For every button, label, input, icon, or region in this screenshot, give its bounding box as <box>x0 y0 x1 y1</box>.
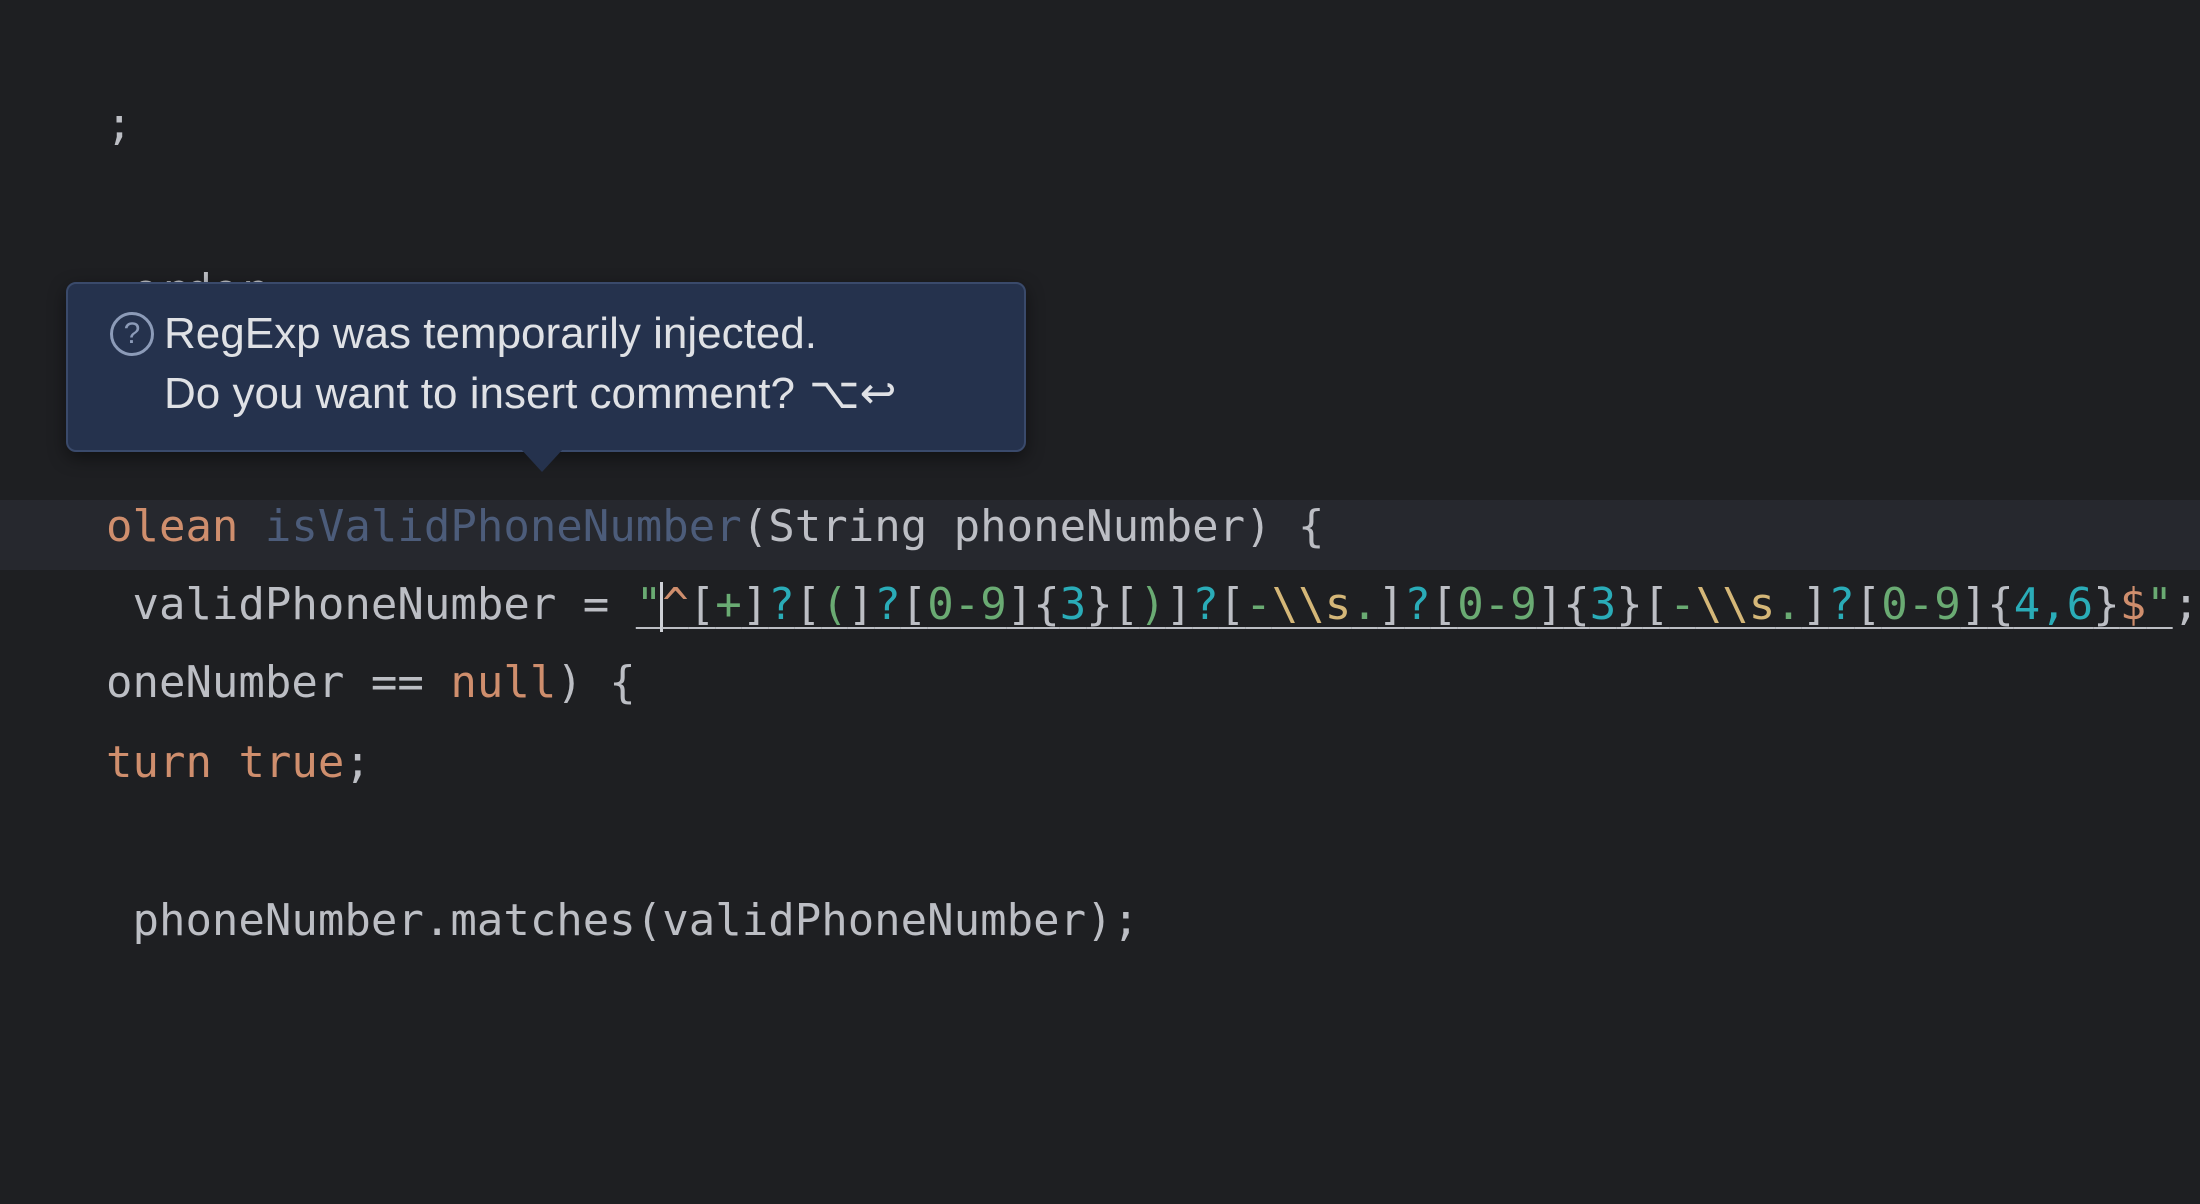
string-quote-open: " <box>635 579 663 630</box>
tooltip-message-line1: RegExp was temporarily injected. <box>164 309 817 358</box>
regex-token: } <box>1616 579 1643 630</box>
regex-token: ] <box>1801 579 1829 630</box>
regex-token: } <box>2093 579 2120 630</box>
regex-token: ? <box>874 579 901 630</box>
regex-string-literal[interactable]: "^[+]?[(]?[0-9]{3}[)]?[-\\s.]?[0-9]{3}[-… <box>635 579 2173 632</box>
keyboard-shortcut: ⌥↩ <box>808 369 897 418</box>
regex-token: { <box>1987 579 2014 630</box>
regex-token: ] <box>1377 579 1405 630</box>
regex-token: [ <box>688 579 716 630</box>
regex-token: [ <box>794 579 822 630</box>
regex-token: \\s <box>1695 579 1776 630</box>
regex-token: ^ <box>662 579 689 630</box>
code-line-order[interactable]: order; <box>0 186 291 316</box>
regex-token: ( <box>821 579 848 630</box>
regex-token: ] <box>1165 579 1193 630</box>
regex-token: ] <box>1536 579 1564 630</box>
regex-token: ] <box>1006 579 1034 630</box>
help-icon[interactable]: ? <box>110 312 154 356</box>
regex-token: . <box>1775 579 1802 630</box>
regex-token: 0-9 <box>1457 579 1537 630</box>
regexp-injection-tooltip[interactable]: ? RegExp was temporarily injected. Do yo… <box>66 282 1026 452</box>
regex-token: $ <box>2119 579 2147 630</box>
method-params: (String phoneNumber) { <box>741 501 1325 552</box>
regex-token: ? <box>1192 579 1219 630</box>
string-quote-close: " <box>2146 579 2173 630</box>
regex-token: ] <box>847 579 875 630</box>
regex-token: ? <box>1828 579 1855 630</box>
code-line-return-matches[interactable]: phoneNumber.matches(validPhoneNumber); <box>0 816 1139 946</box>
null-check-right: ) { <box>556 657 636 708</box>
regex-token: { <box>1563 579 1590 630</box>
regex-token: ] <box>741 579 769 630</box>
statement-terminator: ; <box>2172 579 2200 630</box>
regex-token: { <box>1033 579 1060 630</box>
regex-token: [ <box>1430 579 1458 630</box>
keyword-return: turn <box>105 737 212 788</box>
regex-token: [ <box>1112 579 1140 630</box>
regex-token: + <box>715 579 742 630</box>
regex-token: [ <box>900 579 928 630</box>
regex-token: [ <box>1642 579 1670 630</box>
regex-token: ) <box>1139 579 1166 630</box>
regex-token: 3 <box>1589 579 1617 630</box>
regex-token: \\s <box>1271 579 1352 630</box>
code-line-return-true[interactable]: turn true; <box>0 658 371 788</box>
semicolon-token: ; <box>105 99 133 150</box>
regex-token: 0-9 <box>927 579 1007 630</box>
regex-tokens: ^[+]?[(]?[0-9]{3}[)]?[-\\s.]?[0-9]{3}[-\… <box>662 579 2146 630</box>
code-line-partial[interactable]: ; <box>0 20 133 150</box>
regex-token: [ <box>1218 579 1246 630</box>
keyword-true: true <box>238 737 345 788</box>
keyword-null: null <box>450 657 557 708</box>
method-name: isValidPhoneNumber <box>238 501 742 552</box>
regex-token: 0-9 <box>1881 579 1961 630</box>
tooltip-question: Do you want to insert comment? <box>164 369 795 418</box>
regex-token: ] <box>1960 579 1988 630</box>
regex-token: ? <box>1404 579 1431 630</box>
regex-token: - <box>1245 579 1272 630</box>
regex-token: [ <box>1854 579 1882 630</box>
tooltip-message-line2[interactable]: Do you want to insert comment? ⌥↩ <box>164 368 897 420</box>
regex-token: . <box>1351 579 1378 630</box>
semicolon: ; <box>344 737 371 788</box>
regex-token: 4,6 <box>2013 579 2094 630</box>
return-matches-statement: phoneNumber.matches(validPhoneNumber); <box>105 895 1140 946</box>
keyword-boolean: olean <box>105 501 239 552</box>
regex-token: 3 <box>1059 579 1087 630</box>
tooltip-pointer <box>520 448 564 472</box>
regex-token: ? <box>768 579 795 630</box>
regex-token: - <box>1669 579 1696 630</box>
regex-token: } <box>1086 579 1113 630</box>
code-editor[interactable]: ; order; olean isValidPhoneNumber(String… <box>0 0 2200 1204</box>
code-line-null-check[interactable]: oneNumber == null) { <box>0 578 636 708</box>
